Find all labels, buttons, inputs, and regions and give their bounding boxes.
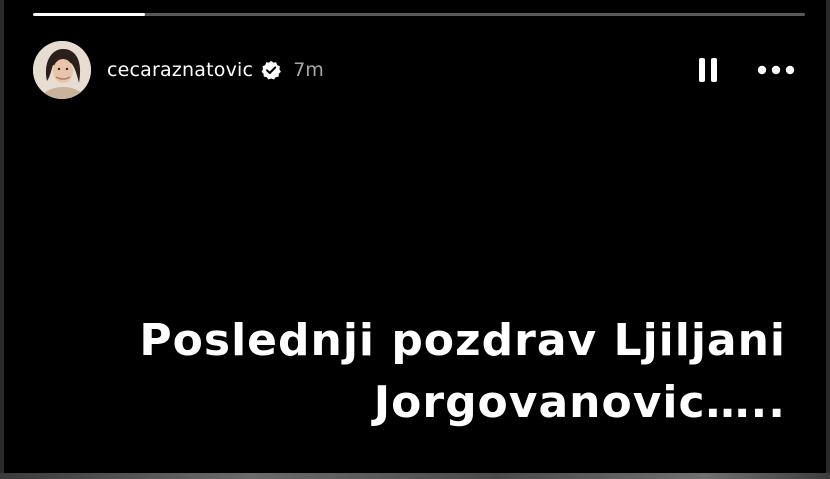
caption-line-1: Poslednji pozdrav Ljiljani [139, 315, 786, 366]
story-viewer: cecaraznatovic 7m Poslednji pozdrav Ljil… [0, 0, 830, 479]
post-timestamp: 7m [293, 59, 324, 81]
right-edge [826, 0, 830, 479]
username[interactable]: cecaraznatovic [107, 59, 253, 81]
more-options-icon [757, 65, 795, 75]
avatar[interactable] [33, 41, 91, 99]
story-progress-fill [33, 13, 145, 16]
pause-icon [699, 58, 717, 82]
bottom-edge [0, 473, 830, 479]
story-header: cecaraznatovic 7m [33, 40, 796, 100]
caption-line-2: Jorgovanovic….. [373, 377, 786, 428]
pause-button[interactable] [694, 55, 722, 85]
more-options-button[interactable] [756, 55, 796, 85]
verified-badge-icon [261, 60, 282, 80]
story-progress-bar [33, 13, 805, 16]
story-caption: Poslednji pozdrav Ljiljani Jorgovanovic…… [40, 310, 786, 434]
left-edge [0, 0, 4, 479]
